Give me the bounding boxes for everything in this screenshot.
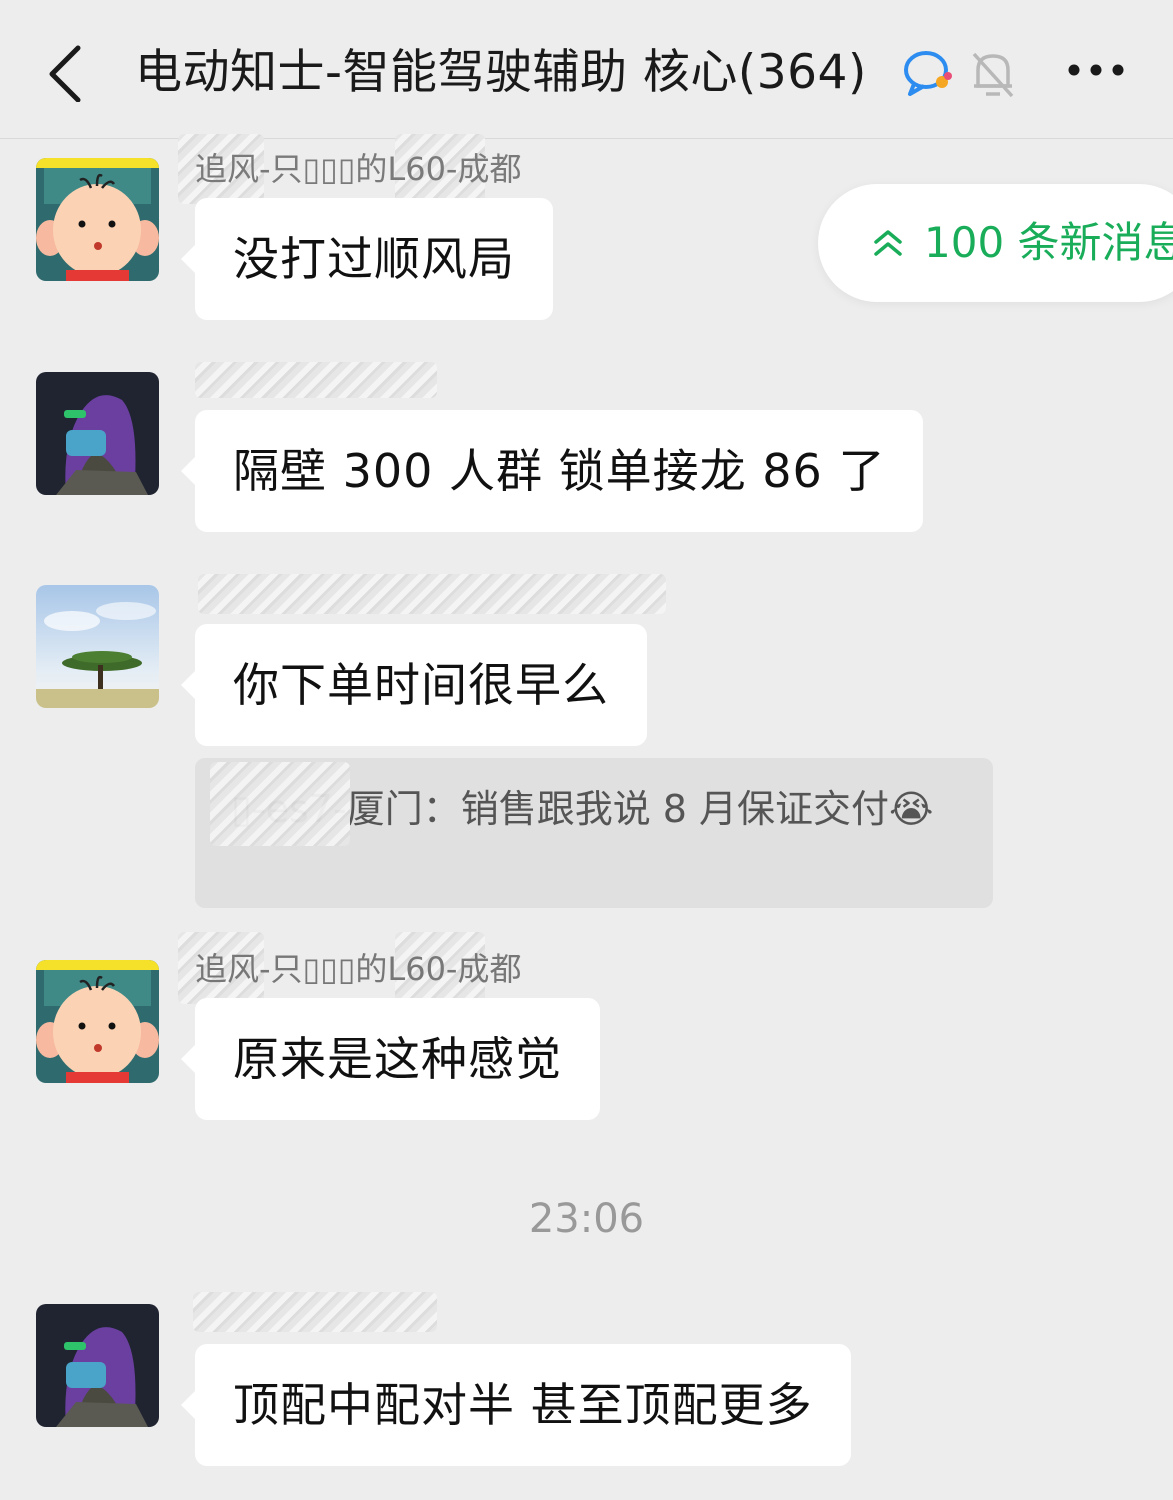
message-bubble[interactable]: 原来是这种感觉	[181, 998, 600, 1120]
double-chevron-up-icon	[874, 230, 902, 256]
blurred-quote-name	[210, 762, 350, 846]
avatar-tree-sky[interactable]	[36, 585, 159, 708]
blurred-name	[198, 574, 666, 614]
back-button[interactable]	[40, 42, 90, 103]
message-bubble[interactable]: 顶配中配对半 甚至顶配更多	[181, 1344, 851, 1466]
new-messages-label: 100 条新消息	[924, 218, 1173, 267]
hooded-figure-icon	[36, 1304, 159, 1427]
avatar-cartoon-boy[interactable]	[36, 158, 159, 281]
chat-header: 电动知士-智能驾驶辅助 核心(364)	[0, 0, 1173, 139]
more-dots-icon	[1068, 64, 1124, 76]
avatar-cartoon-boy[interactable]	[36, 960, 159, 1083]
sender-name: 追风-只▯▯▯的L60-成都	[195, 150, 522, 188]
avatar-hooded-figure[interactable]	[36, 1304, 159, 1427]
message-bubble[interactable]: 你下单时间很早么	[181, 624, 647, 746]
new-messages-button[interactable]: 100 条新消息	[818, 184, 1173, 302]
bell-muted-icon	[972, 52, 1014, 98]
blurred-name	[193, 1292, 437, 1332]
avatar-hooded-figure[interactable]	[36, 372, 159, 495]
chat-bubble-icon	[904, 51, 952, 96]
more-button[interactable]	[1066, 60, 1126, 84]
message-bubble[interactable]: 没打过顺风局	[181, 198, 553, 320]
message-bubble[interactable]: 隔壁 300 人群 锁单接龙 86 了	[180, 410, 924, 532]
cartoon-boy-icon	[36, 960, 159, 1083]
cartoon-boy-icon	[36, 158, 159, 281]
tree-sky-icon	[36, 585, 159, 708]
chat-title[interactable]: 电动知士-智能驾驶辅助 核心(364)	[135, 38, 867, 108]
hooded-figure-icon	[36, 372, 159, 495]
chevron-left-icon	[49, 45, 81, 103]
sender-name: 追风-只▯▯▯的L60-成都	[195, 950, 522, 988]
timestamp: 23:06	[528, 1196, 645, 1242]
blurred-name	[195, 362, 437, 398]
